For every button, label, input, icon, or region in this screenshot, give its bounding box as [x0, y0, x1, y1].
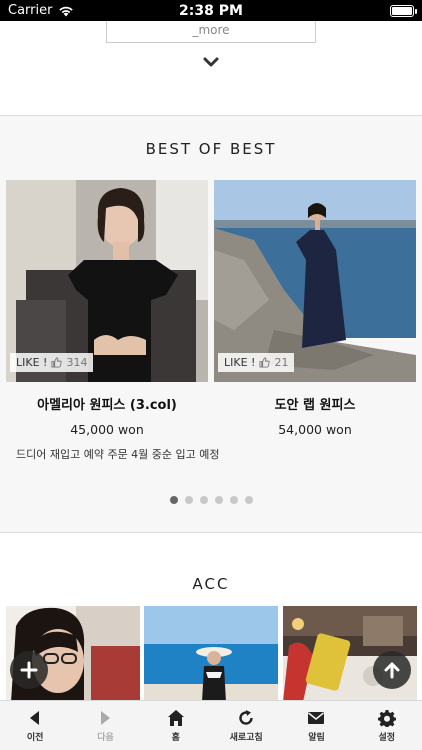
more-button[interactable]: _more: [106, 21, 316, 43]
refresh-icon: [239, 709, 253, 725]
forward-button[interactable]: 다음: [70, 701, 140, 750]
carousel-dots[interactable]: [0, 496, 422, 504]
section-divider: [0, 532, 422, 533]
settings-label: 설정: [378, 732, 396, 743]
more-label: _more: [192, 23, 230, 37]
refresh-label: 새로고침: [229, 732, 263, 743]
product-image[interactable]: LIKE ! 314: [6, 180, 208, 382]
home-button[interactable]: 홈: [141, 701, 211, 750]
like-label: LIKE !: [224, 356, 256, 369]
like-count: 21: [274, 356, 289, 369]
gear-icon: [377, 709, 396, 727]
refresh-button[interactable]: 새로고침: [211, 701, 281, 750]
acc-product-image[interactable]: [144, 606, 278, 702]
back-button[interactable]: 이전: [0, 701, 70, 750]
product-price: 45,000 won: [70, 422, 144, 437]
product-name[interactable]: 아멜리아 원피스 (3.col): [6, 394, 208, 413]
forward-arrow-icon: [101, 710, 111, 725]
product-card[interactable]: LIKE ! 21 도안 랩 원피스 54,000 won: [214, 180, 416, 437]
battery-icon: [390, 4, 417, 17]
product-price: 54,000 won: [278, 422, 352, 437]
back-arrow-icon: [30, 710, 40, 725]
arrow-up-icon: [384, 662, 400, 679]
chevron-down-icon[interactable]: [201, 52, 221, 72]
product-name[interactable]: 도안 랩 원피스: [214, 394, 416, 413]
home-label: 홈: [171, 732, 180, 743]
product-card[interactable]: LIKE ! 314 아멜리아 원피스 (3.col) 45,000 won 드…: [6, 180, 220, 462]
like-label: LIKE !: [16, 356, 48, 369]
best-of-best-section: BEST OF BEST LIKE ! 314 아멜리아 원피스 (3.col)…: [0, 116, 422, 532]
add-button[interactable]: [10, 651, 48, 689]
like-count: 314: [66, 356, 88, 369]
home-icon: [167, 709, 184, 726]
status-bar: Carrier 2:38 PM: [0, 0, 422, 21]
carousel-dot[interactable]: [169, 496, 178, 504]
best-section-title: BEST OF BEST: [145, 140, 277, 158]
carousel-dot[interactable]: [184, 496, 193, 504]
product-image[interactable]: LIKE ! 21: [214, 180, 416, 382]
scroll-to-top-button[interactable]: [373, 651, 411, 689]
plus-icon: [20, 661, 38, 679]
bottom-toolbar: 이전 다음 홈 새로고침 알림 설정: [0, 700, 422, 750]
status-time: 2:38 PM: [179, 2, 243, 19]
thumbs-up-icon: [259, 357, 271, 368]
envelope-icon: [308, 711, 325, 724]
like-badge[interactable]: LIKE ! 21: [218, 353, 295, 372]
settings-button[interactable]: 설정: [352, 701, 422, 750]
thumbs-up-icon: [51, 357, 63, 368]
carousel-dot[interactable]: [199, 496, 208, 504]
carousel-dot[interactable]: [214, 496, 223, 504]
like-badge[interactable]: LIKE ! 314: [10, 353, 94, 372]
carousel-dot[interactable]: [244, 496, 253, 504]
back-label: 이전: [26, 732, 44, 743]
carousel-dot[interactable]: [229, 496, 238, 504]
forward-label: 다음: [97, 732, 114, 743]
product-description: 드디어 재입고 예약 주문 4월 중순 입고 예정: [16, 448, 220, 461]
notice-label: 알림: [308, 732, 325, 743]
notice-button[interactable]: 알림: [281, 701, 351, 750]
acc-section-title: ACC: [192, 575, 230, 593]
